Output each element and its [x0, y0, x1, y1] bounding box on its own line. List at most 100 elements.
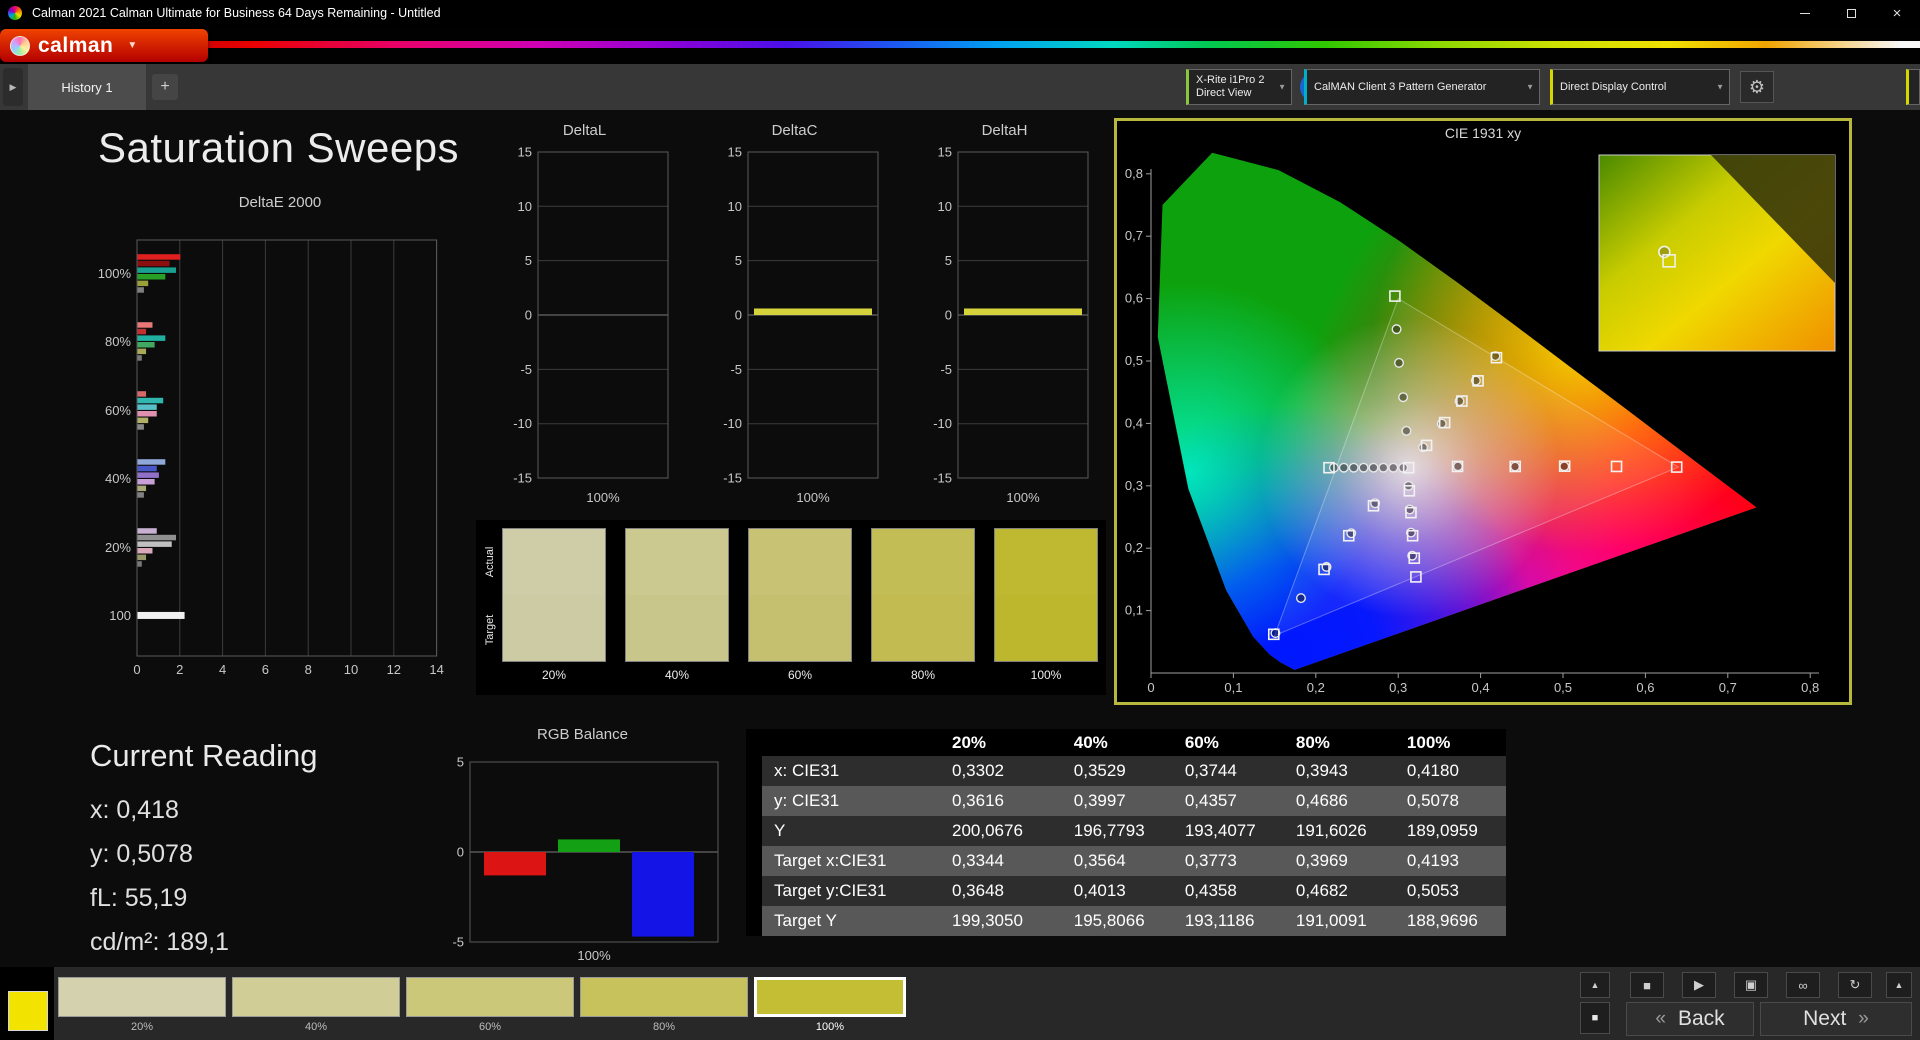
table-cell: 0,3648: [940, 876, 1062, 906]
target-swatch: [503, 595, 605, 661]
actual-swatch: [995, 529, 1097, 595]
pattern-thumb-label: 100%: [815, 1021, 845, 1033]
saturation-table: 20% 40% 60% 80% 100% x: CIE31 0,3302 0,3529 0,37…: [746, 729, 1514, 936]
pattern-thumb-swatch[interactable]: [754, 977, 906, 1017]
link-button[interactable]: ∞: [1786, 972, 1820, 998]
svg-text:-15: -15: [933, 471, 952, 486]
display-control-dropdown[interactable]: Direct Display Control ▼: [1550, 69, 1730, 105]
minimize-button[interactable]: [1782, 0, 1828, 26]
tab-scroll-button[interactable]: ▶: [3, 68, 23, 106]
loop-button[interactable]: ↻: [1838, 972, 1872, 998]
deltae-bar: [137, 397, 164, 404]
pattern-thumb-label: 40%: [304, 1021, 328, 1033]
deltae2000-chart: 0 2 4 6 8 10 12 14 100% 80% 60% 40% 20% 100: [95, 216, 465, 699]
chevron-down-icon: ▼: [1278, 82, 1286, 92]
pattern-window-button[interactable]: ■: [1580, 1002, 1610, 1034]
svg-text:0,4: 0,4: [1125, 415, 1143, 430]
table-cell: 0,4013: [1061, 876, 1173, 906]
calman-menu-button[interactable]: calman ▼: [0, 29, 208, 62]
active-pattern-swatch[interactable]: [8, 991, 48, 1031]
next-button[interactable]: Next »: [1760, 1002, 1912, 1036]
svg-text:10: 10: [938, 199, 952, 214]
settings-button[interactable]: ⚙: [1740, 71, 1774, 103]
table-cell: 0,3529: [1061, 756, 1173, 786]
cie-measured-point: [1452, 461, 1463, 472]
overflow-dropdown-partial[interactable]: [1906, 69, 1920, 105]
svg-text:0,5: 0,5: [1125, 353, 1143, 368]
pattern-thumb-swatch[interactable]: [58, 977, 226, 1017]
scroll-up-button-right[interactable]: ▲: [1886, 972, 1912, 998]
close-button[interactable]: ×: [1874, 0, 1920, 26]
table-cell: 200,0676: [940, 816, 1062, 846]
svg-text:100%: 100%: [1006, 490, 1040, 505]
deltae2000-title: DeltaE 2000: [238, 194, 322, 211]
cie-inset-measured-point: [1658, 245, 1671, 259]
active-pattern-tile-well: [0, 967, 54, 1040]
pattern-thumb-20%[interactable]: 20%: [58, 977, 226, 1033]
rgb-bar-blue: [632, 852, 694, 937]
svg-text:-15: -15: [723, 471, 742, 486]
back-button[interactable]: « Back: [1626, 1002, 1754, 1036]
pattern-generator-name: CalMAN Client 3 Pattern Generator: [1314, 80, 1487, 93]
table-cell: 0,5078: [1394, 786, 1506, 816]
svg-text:0: 0: [945, 308, 952, 323]
stop-button[interactable]: ■: [1630, 972, 1664, 998]
pattern-thumb-swatch[interactable]: [232, 977, 400, 1017]
swatch-label: 20%: [541, 668, 567, 682]
page-title: Saturation Sweeps: [98, 124, 460, 171]
svg-text:0,1: 0,1: [1224, 680, 1242, 695]
chevrons-right-icon: »: [1858, 1008, 1869, 1029]
deltae-bar: [137, 492, 144, 498]
pattern-thumb-60%[interactable]: 60%: [406, 977, 574, 1033]
deltaH-bar: [964, 308, 1082, 315]
swatch-label: 80%: [910, 668, 936, 682]
cie-measured-point: [1348, 462, 1359, 473]
table-cell: 0,3943: [1283, 756, 1395, 786]
deltae-bar: [137, 348, 147, 355]
pattern-thumb-100%[interactable]: 100%: [754, 977, 906, 1033]
next-label: Next: [1803, 1007, 1847, 1030]
play-button[interactable]: ▶: [1682, 972, 1716, 998]
chevron-down-icon: ▼: [1526, 82, 1534, 92]
pattern-thumb-40%[interactable]: 40%: [232, 977, 400, 1033]
deltae-bar: [137, 479, 155, 485]
svg-text:20%: 20%: [105, 540, 131, 555]
scroll-up-button[interactable]: ▲: [1580, 972, 1610, 998]
deltae-bar: [137, 472, 159, 478]
workflow-tab-bar: ▶ History 1 + X-Rite i1Pro 2 Direct View…: [0, 64, 1920, 110]
pattern-thumb-swatch[interactable]: [580, 977, 748, 1017]
deltae-bar: [137, 260, 170, 267]
cie-measured-point: [1394, 357, 1405, 368]
table-cell: 0,3344: [940, 846, 1062, 876]
svg-text:-5: -5: [730, 362, 742, 377]
meter-dropdown[interactable]: X-Rite i1Pro 2 Direct View ▼: [1186, 69, 1292, 105]
deltae-bar: [137, 335, 166, 341]
table-cell: 193,1186: [1172, 906, 1284, 936]
cie-measured-point: [1398, 392, 1409, 403]
pattern-thumb-swatch[interactable]: [406, 977, 574, 1017]
svg-text:0,5: 0,5: [1554, 680, 1572, 695]
meter-mode: Direct View: [1196, 87, 1252, 99]
table-cell: 191,0091: [1283, 906, 1395, 936]
row-label: Y: [754, 816, 940, 846]
meter-name: X-Rite i1Pro 2: [1196, 74, 1265, 86]
tab-history-1[interactable]: History 1: [28, 64, 146, 110]
deltae-bar: [137, 561, 142, 567]
deltae-bar: [137, 280, 149, 287]
window-title: Calman 2021 Calman Ultimate for Business…: [32, 6, 441, 20]
table-cell: 188,9696: [1394, 906, 1506, 936]
pattern-thumb-80%[interactable]: 80%: [580, 977, 748, 1033]
deltae-bar: [137, 274, 166, 280]
svg-text:0,8: 0,8: [1125, 166, 1143, 181]
transport-buttons: ■ ▶ ▣ ∞ ↻: [1630, 972, 1872, 998]
table-cell: 193,4077: [1172, 816, 1284, 846]
restore-button[interactable]: [1828, 0, 1874, 26]
cie-measured-point: [1388, 462, 1399, 473]
pattern-generator-dropdown[interactable]: CalMAN Client 3 Pattern Generator ▼: [1304, 69, 1540, 105]
save-button[interactable]: ▣: [1734, 972, 1768, 998]
deltac-chart: 15 10 5 0 -5 -10 -15 100%: [702, 144, 887, 517]
deltac-panel: DeltaC 15 10 5 0 -5 -10 -15 100%: [702, 122, 887, 517]
gear-icon: ⚙: [1748, 76, 1766, 97]
swatch-column-80%: 80%: [871, 528, 975, 682]
add-tab-button[interactable]: +: [152, 74, 178, 100]
